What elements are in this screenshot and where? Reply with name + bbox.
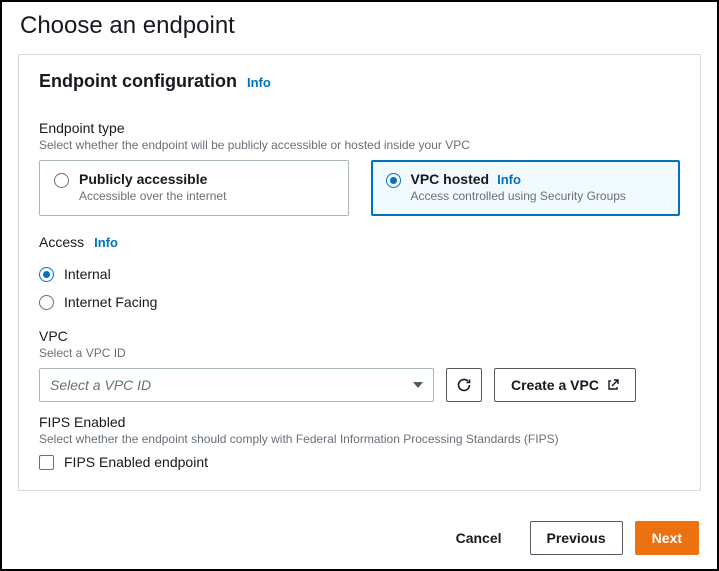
radio-icon bbox=[54, 173, 69, 188]
vpc-label: VPC bbox=[39, 328, 680, 344]
panel-info-link[interactable]: Info bbox=[247, 75, 271, 90]
create-vpc-button[interactable]: Create a VPC bbox=[494, 368, 636, 402]
refresh-icon bbox=[456, 377, 472, 393]
radio-icon bbox=[39, 267, 54, 282]
fips-label: FIPS Enabled bbox=[39, 414, 680, 430]
option-title: Publicly accessible bbox=[79, 171, 207, 187]
endpoint-type-options: Publicly accessible Accessible over the … bbox=[39, 160, 680, 216]
radio-icon bbox=[386, 173, 401, 188]
footer-buttons: Cancel Previous Next bbox=[2, 507, 717, 569]
checkbox-icon bbox=[39, 455, 54, 470]
page-title: Choose an endpoint bbox=[2, 2, 717, 54]
vpc-desc: Select a VPC ID bbox=[39, 346, 680, 360]
next-button[interactable]: Next bbox=[635, 521, 699, 555]
external-link-icon bbox=[607, 379, 619, 391]
panel-title: Endpoint configuration bbox=[39, 71, 237, 92]
refresh-button[interactable] bbox=[446, 368, 482, 402]
vpc-placeholder: Select a VPC ID bbox=[50, 377, 151, 393]
endpoint-config-panel: Endpoint configuration Info Endpoint typ… bbox=[18, 54, 701, 491]
panel-body: Endpoint type Select whether the endpoin… bbox=[19, 102, 700, 490]
access-internal-radio[interactable]: Internal bbox=[39, 260, 680, 288]
endpoint-type-public-option[interactable]: Publicly accessible Accessible over the … bbox=[39, 160, 349, 216]
cancel-button[interactable]: Cancel bbox=[440, 521, 518, 555]
fips-checkbox[interactable]: FIPS Enabled endpoint bbox=[39, 454, 680, 470]
option-text: VPC hosted Info Access controlled using … bbox=[411, 171, 666, 203]
page-container: Choose an endpoint Endpoint configuratio… bbox=[0, 0, 719, 571]
vpc-row: Select a VPC ID Create a VPC bbox=[39, 368, 680, 402]
fips-checkbox-label: FIPS Enabled endpoint bbox=[64, 454, 208, 470]
previous-button[interactable]: Previous bbox=[530, 521, 623, 555]
radio-label: Internal bbox=[64, 266, 111, 282]
option-title: VPC hosted bbox=[411, 171, 490, 187]
option-subtitle: Accessible over the internet bbox=[79, 189, 334, 203]
vpc-select[interactable]: Select a VPC ID bbox=[39, 368, 434, 402]
access-header: Access Info bbox=[39, 234, 680, 250]
endpoint-type-desc: Select whether the endpoint will be publ… bbox=[39, 138, 680, 152]
chevron-down-icon bbox=[413, 382, 423, 388]
vpc-hosted-info-link[interactable]: Info bbox=[497, 172, 521, 187]
option-text: Publicly accessible Accessible over the … bbox=[79, 171, 334, 203]
endpoint-type-vpc-option[interactable]: VPC hosted Info Access controlled using … bbox=[371, 160, 681, 216]
radio-icon bbox=[39, 295, 54, 310]
panel-header: Endpoint configuration Info bbox=[19, 55, 700, 102]
option-subtitle: Access controlled using Security Groups bbox=[411, 189, 666, 203]
access-radio-list: Internal Internet Facing bbox=[39, 260, 680, 316]
access-label: Access bbox=[39, 234, 84, 250]
access-internet-facing-radio[interactable]: Internet Facing bbox=[39, 288, 680, 316]
access-info-link[interactable]: Info bbox=[94, 235, 118, 250]
endpoint-type-label: Endpoint type bbox=[39, 120, 680, 136]
radio-label: Internet Facing bbox=[64, 294, 157, 310]
fips-desc: Select whether the endpoint should compl… bbox=[39, 432, 680, 446]
create-vpc-label: Create a VPC bbox=[511, 377, 599, 393]
